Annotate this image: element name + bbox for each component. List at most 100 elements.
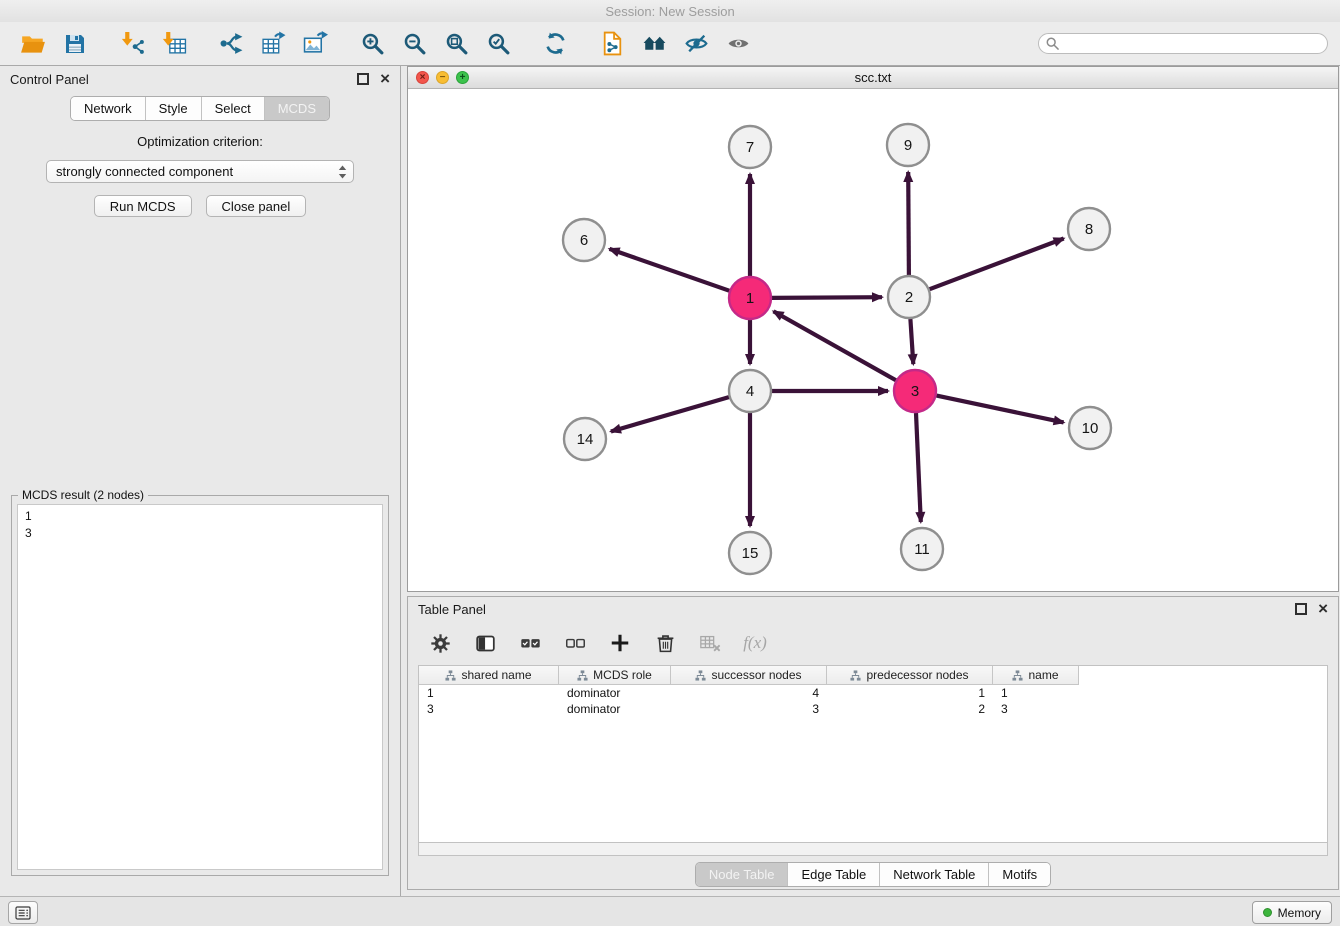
column-header-name[interactable]: name xyxy=(993,666,1079,685)
graph-edge-2-3[interactable] xyxy=(910,319,913,364)
table-horizontal-scrollbar[interactable] xyxy=(418,843,1328,856)
select-all-button[interactable] xyxy=(516,629,544,657)
table-row[interactable]: 3dominator323 xyxy=(419,701,1327,717)
zoom-out-button[interactable] xyxy=(394,26,434,62)
deselect-all-button[interactable] xyxy=(561,629,589,657)
network-canvas[interactable]: 7 9 6 8 1 2 4 3 14 10 15 11 xyxy=(408,89,1338,591)
import-table-button[interactable] xyxy=(154,26,194,62)
run-mcds-button[interactable]: Run MCDS xyxy=(94,195,192,217)
graph-edge-3-1[interactable] xyxy=(774,311,896,380)
open-folder-icon xyxy=(20,31,46,57)
table-cell[interactable]: 1 xyxy=(419,686,559,700)
column-header-predecessor-nodes[interactable]: predecessor nodes xyxy=(827,666,993,685)
maximize-network-window-icon[interactable]: + xyxy=(456,71,469,84)
tab-select[interactable]: Select xyxy=(201,97,264,120)
table-cell[interactable]: 1 xyxy=(993,686,1079,700)
float-table-panel-icon[interactable] xyxy=(1295,603,1307,615)
table-row[interactable]: 1dominator411 xyxy=(419,685,1327,701)
graph-node-7[interactable]: 7 xyxy=(729,126,771,168)
settings-button[interactable] xyxy=(426,629,454,657)
trash-icon xyxy=(655,633,676,654)
tab-network-table[interactable]: Network Table xyxy=(879,863,988,886)
search-input[interactable] xyxy=(1064,36,1320,52)
tab-style[interactable]: Style xyxy=(145,97,201,120)
right-workspace: × − + scc.txt 7968124314101511 Table Pan… xyxy=(401,66,1340,896)
window-titlebar[interactable]: Session: New Session xyxy=(0,0,1340,22)
mcds-result-group: MCDS result (2 nodes) 13 xyxy=(11,495,389,876)
column-header-shared-name[interactable]: shared name xyxy=(419,666,559,685)
dropdown-stepper-icon xyxy=(338,165,347,179)
graph-node-4[interactable]: 4 xyxy=(729,370,771,412)
close-network-window-icon[interactable]: × xyxy=(416,71,429,84)
table-cell[interactable]: dominator xyxy=(559,686,671,700)
graph-edge-2-8[interactable] xyxy=(930,239,1064,290)
delete-table-button[interactable] xyxy=(696,629,724,657)
graph-node-15[interactable]: 15 xyxy=(729,532,771,574)
graph-edge-2-9[interactable] xyxy=(908,172,909,275)
save-session-button[interactable] xyxy=(55,26,95,62)
graph-node-6[interactable]: 6 xyxy=(563,219,605,261)
close-control-panel-icon[interactable]: × xyxy=(380,73,390,85)
graph-node-1[interactable]: 1 xyxy=(729,277,771,319)
node-label: 10 xyxy=(1082,420,1099,437)
table-panel-header: Table Panel × xyxy=(408,597,1338,621)
export-image-button[interactable] xyxy=(295,26,335,62)
graph-node-10[interactable]: 10 xyxy=(1069,407,1111,449)
close-panel-button[interactable]: Close panel xyxy=(206,195,307,217)
status-bar: Memory xyxy=(0,896,1340,926)
eye-slash-button[interactable] xyxy=(676,26,716,62)
zoom-fit-button[interactable] xyxy=(436,26,476,62)
graph-edge-3-11[interactable] xyxy=(916,413,921,522)
columns-button[interactable] xyxy=(471,629,499,657)
tab-node-table[interactable]: Node Table xyxy=(696,863,788,886)
table-cell[interactable]: 1 xyxy=(827,686,993,700)
network-graph-svg[interactable]: 7 9 6 8 1 2 4 3 14 10 15 11 xyxy=(408,89,1338,591)
tab-mcds[interactable]: MCDS xyxy=(264,97,329,120)
criterion-dropdown[interactable]: strongly connected component xyxy=(46,160,354,183)
graph-edge-4-14[interactable] xyxy=(611,397,729,431)
minimize-network-window-icon[interactable]: − xyxy=(436,71,449,84)
graph-edge-1-2[interactable] xyxy=(772,297,882,298)
houses-button[interactable] xyxy=(634,26,674,62)
graph-node-11[interactable]: 11 xyxy=(901,528,943,570)
import-network-button[interactable] xyxy=(112,26,152,62)
search-box[interactable] xyxy=(1038,33,1328,54)
open-session-button[interactable] xyxy=(13,26,53,62)
graph-edge-1-6[interactable] xyxy=(610,249,730,291)
close-table-panel-icon[interactable]: × xyxy=(1318,603,1328,615)
table-cell[interactable]: 3 xyxy=(671,702,827,716)
delete-column-button[interactable] xyxy=(651,629,679,657)
memory-button[interactable]: Memory xyxy=(1252,901,1332,924)
add-column-button[interactable] xyxy=(606,629,634,657)
column-header-MCDS-role[interactable]: MCDS role xyxy=(559,666,671,685)
refresh-button[interactable] xyxy=(535,26,575,62)
column-header-successor-nodes[interactable]: successor nodes xyxy=(671,666,827,685)
table-cell[interactable]: 3 xyxy=(419,702,559,716)
mcds-result-list[interactable]: 13 xyxy=(17,504,383,870)
tab-edge-table[interactable]: Edge Table xyxy=(787,863,879,886)
table-cell[interactable]: 4 xyxy=(671,686,827,700)
zoom-selected-button[interactable] xyxy=(478,26,518,62)
node-table: shared nameMCDS rolesuccessor nodesprede… xyxy=(418,665,1328,843)
graph-node-14[interactable]: 14 xyxy=(564,418,606,460)
eye-button[interactable] xyxy=(718,26,758,62)
export-table-button[interactable] xyxy=(253,26,293,62)
graph-node-3[interactable]: 3 xyxy=(894,370,936,412)
table-toolbar: f(x) xyxy=(408,621,1338,665)
graph-edge-3-10[interactable] xyxy=(937,396,1064,423)
export-network-button[interactable] xyxy=(211,26,251,62)
graph-node-8[interactable]: 8 xyxy=(1068,208,1110,250)
graph-node-9[interactable]: 9 xyxy=(887,124,929,166)
table-cell[interactable]: 2 xyxy=(827,702,993,716)
float-control-panel-icon[interactable] xyxy=(357,73,369,85)
table-cell[interactable]: dominator xyxy=(559,702,671,716)
network-window-titlebar[interactable]: × − + scc.txt xyxy=(408,67,1338,89)
tab-motifs[interactable]: Motifs xyxy=(988,863,1050,886)
function-builder-button[interactable]: f(x) xyxy=(741,629,769,657)
network-document-button[interactable] xyxy=(592,26,632,62)
zoom-in-button[interactable] xyxy=(352,26,392,62)
task-history-button[interactable] xyxy=(8,901,38,924)
graph-node-2[interactable]: 2 xyxy=(888,276,930,318)
table-cell[interactable]: 3 xyxy=(993,702,1079,716)
tab-network[interactable]: Network xyxy=(71,97,145,120)
